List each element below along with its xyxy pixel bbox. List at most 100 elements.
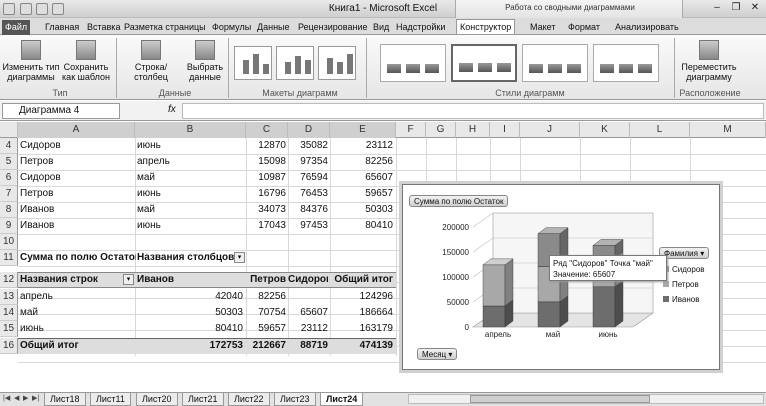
restore-icon[interactable]: ❐ [727,2,745,15]
cell[interactable]: Сидоров [20,138,132,154]
row-header[interactable]: 4 [0,138,18,154]
insert-function-button[interactable]: fx [168,104,176,115]
sheet-tab-3[interactable]: Лист20 [136,393,178,406]
cell[interactable]: 186664 [330,305,393,321]
last-sheet-icon[interactable]: ▶| [32,394,39,402]
next-sheet-icon[interactable]: ▶ [23,394,28,402]
cell[interactable]: Петров [20,186,132,202]
cell[interactable]: 70754 [246,305,286,321]
pivot-chart[interactable]: Сумма по полю Остаток 0 50000 100000 150000… [402,184,720,370]
layout-thumbnail-3[interactable] [318,46,356,80]
cell[interactable]: 23112 [330,138,393,154]
cell[interactable]: 80410 [137,321,243,337]
tab-insert[interactable]: Вставка [84,20,123,35]
cell[interactable]: Сидоров [20,170,132,186]
tab-layout[interactable]: Макет [527,20,558,35]
chart-style-1[interactable] [380,44,446,82]
cell[interactable]: Иванов [20,218,132,234]
row-header[interactable]: 8 [0,202,18,218]
sheet-tab-2[interactable]: Лист11 [90,393,131,406]
cell[interactable]: 23112 [288,321,328,337]
row-header[interactable]: 5 [0,154,18,170]
cell[interactable]: Иванов [137,272,241,288]
tab-analyze[interactable]: Анализировать [612,20,682,35]
sheet-tab-4[interactable]: Лист21 [182,393,224,406]
close-icon[interactable]: ✕ [746,2,764,15]
row-header[interactable]: 10 [0,234,18,250]
minimize-icon[interactable]: – [708,2,726,15]
cell[interactable]: Общий итог [20,338,132,354]
cell[interactable]: апрель [137,154,243,170]
prev-sheet-icon[interactable]: ◀ [14,394,19,402]
cell[interactable]: 82256 [246,289,286,305]
cell[interactable]: май [137,170,243,186]
cell[interactable] [330,234,393,250]
column-header-m[interactable]: M [690,122,766,138]
tab-addins[interactable]: Надстройки [393,20,448,35]
cell[interactable]: 88719 [288,338,328,354]
sheet-tab-5[interactable]: Лист22 [228,393,270,406]
tab-review[interactable]: Рецензирование [295,20,371,35]
chart-style-3[interactable] [522,44,588,82]
column-header-a[interactable]: A [18,122,135,138]
column-header-i[interactable]: I [490,122,520,138]
tab-page-layout[interactable]: Разметка страницы [121,20,209,35]
cell[interactable]: июнь [137,186,243,202]
cell[interactable]: 34073 [246,202,286,218]
tab-format[interactable]: Формат [565,20,603,35]
cell[interactable]: 80410 [330,218,393,234]
cell[interactable]: 16796 [246,186,286,202]
row-filter-button[interactable]: ▾ [123,274,134,285]
chart-style-4[interactable] [593,44,659,82]
cell[interactable]: Петров [246,272,286,288]
cell[interactable]: 84376 [288,202,328,218]
axis-field-button[interactable]: Месяц ▾ [417,348,458,360]
column-header-j[interactable]: J [520,122,580,138]
row-header[interactable]: 11 [0,250,18,266]
name-box[interactable]: Диаграмма 4 [2,103,120,119]
cell[interactable] [20,234,132,250]
column-header-k[interactable]: K [580,122,630,138]
cell[interactable]: 12870 [246,138,286,154]
sheet-tab-7[interactable]: Лист24 [320,393,364,406]
tab-view[interactable]: Вид [370,20,392,35]
cell[interactable]: 59657 [330,186,393,202]
row-header[interactable]: 12 [0,272,18,288]
cell[interactable] [288,234,328,250]
cell[interactable]: 212667 [246,338,286,354]
select-data-button[interactable]: Выбрать данные [184,40,226,82]
cell[interactable]: июнь [137,218,243,234]
chart-style-2[interactable] [451,44,517,82]
row-header[interactable]: 13 [0,289,18,305]
cell[interactable] [246,234,286,250]
cell[interactable]: Сидоров [288,272,328,288]
cell[interactable]: 50303 [330,202,393,218]
cell[interactable]: 97354 [288,154,328,170]
column-header-g[interactable]: G [426,122,456,138]
sheet-tab-6[interactable]: Лист23 [274,393,316,406]
cell[interactable] [288,289,328,305]
cell[interactable]: 474139 [330,338,393,354]
pivot-value-label[interactable]: Сумма по полю Остаток [20,250,136,266]
cell[interactable]: 172753 [137,338,243,354]
cell[interactable]: май [137,202,243,218]
column-header-e[interactable]: E [330,122,396,138]
tab-home[interactable]: Главная [42,20,82,35]
cell[interactable]: 65607 [288,305,328,321]
cell[interactable]: 163179 [330,321,393,337]
sheet-tab-1[interactable]: Лист18 [44,393,86,406]
select-all-corner[interactable] [0,122,18,138]
formula-input[interactable] [182,103,764,119]
cell[interactable]: май [20,305,132,321]
cell[interactable]: июнь [137,138,243,154]
cell[interactable]: Петров [20,154,132,170]
move-chart-button[interactable]: Переместить диаграмму [676,40,742,82]
cell[interactable]: 76594 [288,170,328,186]
row-header[interactable]: 15 [0,321,18,337]
column-filter-button[interactable]: ▾ [234,252,245,263]
layout-thumbnail-1[interactable] [234,46,272,80]
save-template-button[interactable]: Сохранить как шаблон [58,40,114,82]
scrollbar-thumb[interactable] [470,395,650,403]
cell[interactable]: 15098 [246,154,286,170]
column-header-f[interactable]: F [396,122,426,138]
